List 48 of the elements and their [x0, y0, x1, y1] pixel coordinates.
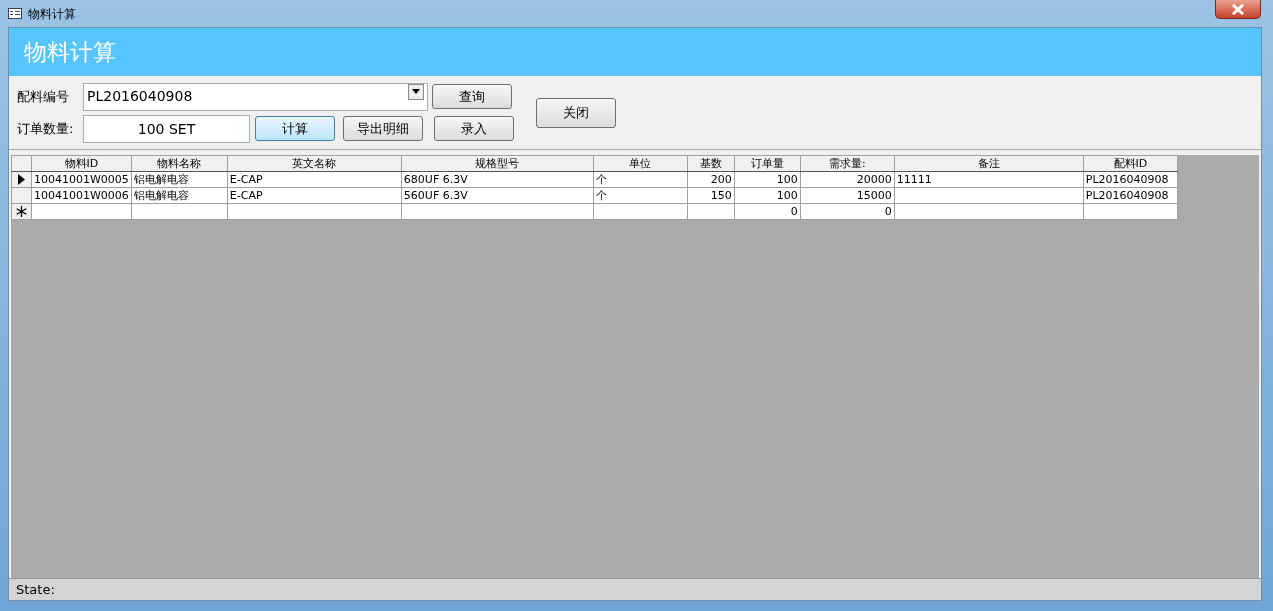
table-cell: 10041001W0006	[34, 188, 129, 202]
button[interactable]: 查询	[432, 84, 512, 109]
table-cell: E-CAP	[229, 188, 263, 202]
column-header: 订单量	[734, 155, 801, 172]
column-header: 配料ID	[1083, 155, 1178, 172]
table-cell: 15000	[856, 188, 892, 202]
close-icon	[1231, 3, 1245, 15]
table-cell: 铝电解电容	[133, 188, 189, 202]
table-cell: 100	[776, 188, 798, 202]
table-cell: 680UF 6.3V	[403, 172, 468, 186]
dropdown-field[interactable]: PL2016040908	[83, 82, 428, 111]
column-header: 备注	[894, 155, 1084, 172]
table-cell: 个	[595, 188, 607, 202]
button[interactable]: 关闭	[536, 97, 616, 128]
column-header: 需求量:	[800, 155, 895, 172]
column-header: 规格型号	[401, 155, 594, 172]
button[interactable]: 导出明细	[343, 116, 423, 141]
button[interactable]: 录入	[434, 116, 514, 141]
column-header: 物料名称	[131, 155, 228, 172]
table-cell: 铝电解电容	[133, 172, 189, 186]
column-header: 英文名称	[227, 155, 402, 172]
quantity-field[interactable]: 100 SET	[83, 114, 250, 143]
table-cell: 150	[710, 188, 732, 202]
table-cell: PL2016040908	[1085, 172, 1169, 186]
window-title: 物料计算	[28, 5, 76, 23]
status-text: State:	[16, 580, 55, 599]
column-header: 物料ID	[31, 155, 132, 172]
field-label: 订单数量:	[17, 119, 75, 138]
form-icon	[8, 8, 22, 19]
close-button[interactable]	[1215, 0, 1261, 19]
current-record-icon	[18, 174, 25, 185]
table-cell: 100	[776, 172, 798, 186]
new-record-icon	[16, 206, 27, 217]
button[interactable]: 计算	[255, 116, 335, 141]
table-cell: PL2016040908	[1085, 188, 1169, 202]
table-cell: 0	[790, 204, 798, 218]
column-header: 单位	[593, 155, 688, 172]
table-cell: 560UF 6.3V	[403, 188, 468, 202]
field-label: 配料编号	[17, 87, 70, 106]
table-cell: E-CAP	[229, 172, 263, 186]
table-cell: 0	[884, 204, 892, 218]
table-cell: 个	[595, 172, 607, 186]
table-cell: 200	[710, 172, 732, 186]
table-cell: 10041001W0005	[34, 172, 129, 186]
table-cell: 20000	[856, 172, 892, 186]
table-cell: 11111	[896, 172, 932, 186]
column-header: 基数	[687, 155, 735, 172]
form-heading: 物料计算	[24, 37, 116, 67]
